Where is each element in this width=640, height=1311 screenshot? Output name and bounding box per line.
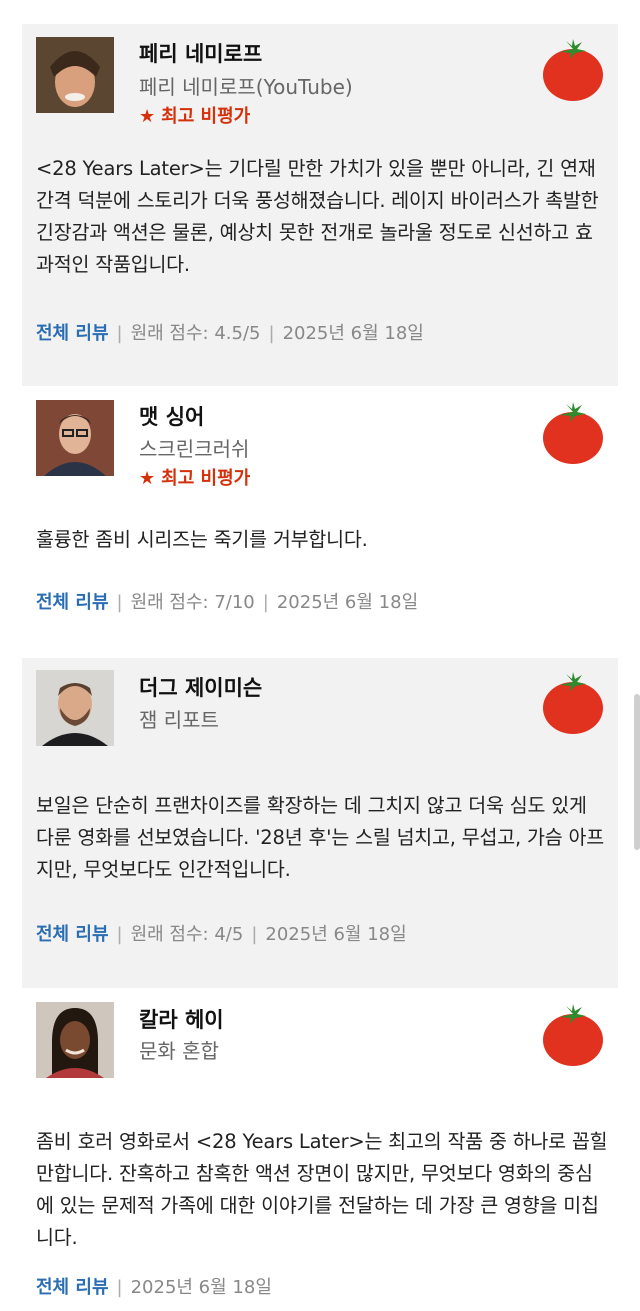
divider: | (251, 924, 258, 945)
review-meta: 전체 리뷰 | 원래 점수: 4/5 | 2025년 6월 18일 (36, 920, 407, 946)
full-review-link[interactable]: 전체 리뷰 (36, 924, 109, 945)
full-review-link[interactable]: 전체 리뷰 (36, 592, 109, 613)
star-icon: ★ (139, 106, 156, 127)
star-icon: ★ (139, 468, 156, 489)
original-score: 원래 점수: 4/5 (130, 924, 244, 945)
divider: | (116, 592, 123, 613)
critic-avatar[interactable] (36, 37, 114, 113)
review-meta: 전체 리뷰 | 2025년 6월 18일 (36, 1273, 272, 1299)
review-card: 맷 싱어 스크린크러쉬 ★ 최고 비평가 훌륭한 좀비 시리즈는 죽기를 거부합니… (22, 386, 618, 658)
critic-outlet[interactable]: 문화 혼합 (139, 1035, 219, 1064)
review-card: 칼라 헤이 문화 혼합 좀비 호러 영화로서 <28 Years Later>는… (22, 988, 618, 1311)
critic-avatar[interactable] (36, 400, 114, 476)
fresh-tomato-icon (540, 670, 606, 736)
review-card: 더그 제이미슨 잼 리포트 보일은 단순히 프랜차이즈를 확장하는 데 그치지 … (22, 658, 618, 988)
original-score: 원래 점수: 7/10 (130, 592, 255, 613)
review-meta: 전체 리뷰 | 원래 점수: 4.5/5 | 2025년 6월 18일 (36, 319, 424, 345)
critic-avatar[interactable] (36, 670, 114, 746)
review-meta: 전체 리뷰 | 원래 점수: 7/10 | 2025년 6월 18일 (36, 588, 418, 614)
critic-outlet[interactable]: 스크린크러쉬 (139, 433, 249, 462)
review-date: 2025년 6월 18일 (282, 323, 424, 344)
review-quote: 좀비 호러 영화로서 <28 Years Later>는 최고의 작품 중 하나… (36, 1130, 608, 1249)
review-card: 페리 네미로프 페리 네미로프(YouTube) ★ 최고 비평가 <28 Yea… (22, 24, 618, 386)
critic-outlet[interactable]: 페리 네미로프(YouTube) (139, 71, 353, 100)
critic-outlet[interactable]: 잼 리포트 (139, 704, 219, 733)
review-quote: 보일은 단순히 프랜차이즈를 확장하는 데 그치지 않고 더욱 심도 있게 다룬… (36, 794, 604, 881)
divider: | (116, 323, 123, 344)
divider: | (262, 592, 269, 613)
full-review-link[interactable]: 전체 리뷰 (36, 1277, 109, 1298)
fresh-tomato-icon (540, 37, 606, 103)
review-date: 2025년 6월 18일 (265, 924, 407, 945)
original-score: 원래 점수: 4.5/5 (130, 323, 261, 344)
divider: | (116, 1277, 123, 1298)
fresh-tomato-icon (540, 1002, 606, 1068)
fresh-tomato-icon (540, 400, 606, 466)
top-critic-badge: ★ 최고 비평가 (139, 464, 250, 490)
critic-name[interactable]: 칼라 헤이 (139, 1004, 224, 1034)
review-quote: 훌륭한 좀비 시리즈는 죽기를 거부합니다. (36, 528, 368, 551)
full-review-link[interactable]: 전체 리뷰 (36, 323, 109, 344)
review-quote: <28 Years Later>는 기다릴 만한 가치가 있을 뿐만 아니라, … (36, 157, 599, 276)
divider: | (268, 323, 275, 344)
critic-name[interactable]: 페리 네미로프 (139, 38, 262, 68)
critic-name[interactable]: 더그 제이미슨 (139, 672, 262, 702)
critic-name[interactable]: 맷 싱어 (139, 401, 204, 431)
review-date: 2025년 6월 18일 (276, 592, 419, 613)
scrollbar[interactable] (634, 694, 640, 850)
badge-label: 최고 비평가 (161, 468, 251, 489)
critic-avatar[interactable] (36, 1002, 114, 1078)
badge-label: 최고 비평가 (161, 106, 251, 127)
divider: | (116, 924, 123, 945)
review-date: 2025년 6월 18일 (130, 1277, 272, 1298)
top-critic-badge: ★ 최고 비평가 (139, 102, 250, 128)
